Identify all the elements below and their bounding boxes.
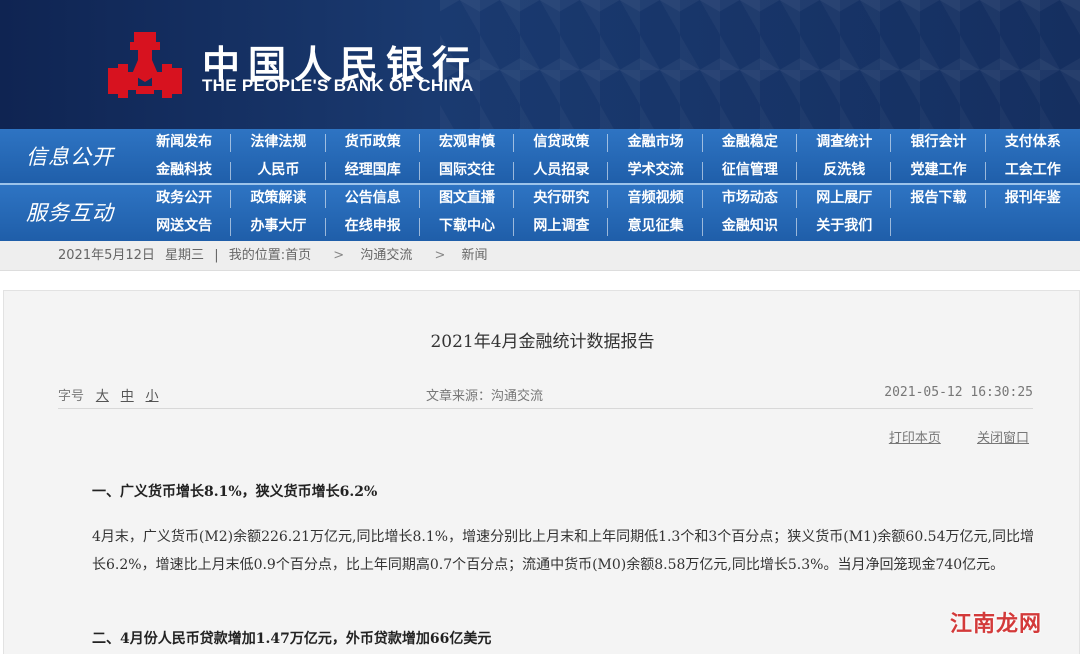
breadcrumb-divider: | bbox=[214, 248, 219, 263]
nav-band-info: 信息公开 新闻发布 法律法规 货币政策 宏观审慎 信贷政策 金融市场 金融稳定 … bbox=[0, 129, 1080, 185]
nav-item[interactable]: 反洗钱 bbox=[797, 157, 892, 185]
nav-item[interactable]: 音频视频 bbox=[608, 185, 704, 213]
nav-item[interactable]: 党建工作 bbox=[891, 157, 986, 185]
nav-item[interactable]: 金融知识 bbox=[703, 213, 798, 241]
nav-item[interactable]: 金融市场 bbox=[608, 129, 704, 157]
nav-section-info-title: 信息公开 bbox=[26, 145, 114, 169]
nav-item[interactable]: 人员招录 bbox=[514, 157, 609, 185]
nav-item[interactable]: 办事大厅 bbox=[231, 213, 326, 241]
nav-grid-service: 政务公开 政策解读 公告信息 图文直播 央行研究 音频视频 市场动态 网上展厅 … bbox=[137, 185, 1080, 241]
nav-item[interactable]: 国际交往 bbox=[420, 157, 515, 185]
nav-item[interactable]: 金融稳定 bbox=[703, 129, 798, 157]
nav-section-service-title: 服务互动 bbox=[26, 201, 114, 225]
nav-item-empty bbox=[986, 213, 1080, 241]
nav-item[interactable]: 网上调查 bbox=[514, 213, 609, 241]
article-source: 文章来源：沟通交流 bbox=[426, 389, 544, 404]
nav-item-empty bbox=[891, 213, 985, 241]
breadcrumb-level2-link[interactable]: 新闻 bbox=[462, 248, 488, 263]
section-heading-2: 二、4月份人民币贷款增加1.47万亿元，外币贷款增加66亿美元 bbox=[92, 631, 492, 647]
font-size-large-link[interactable]: 大 bbox=[96, 389, 109, 404]
nav-item[interactable]: 工会工作 bbox=[986, 157, 1080, 185]
section-heading-1: 一、广义货币增长8.1%，狭义货币增长6.2% bbox=[92, 484, 378, 500]
breadcrumb: 2021年5月12日 星期三 | 我的位置:首页 > 沟通交流 > 新闻 bbox=[0, 241, 1080, 271]
nav-item[interactable]: 法律法规 bbox=[231, 129, 326, 157]
nav-item[interactable]: 信贷政策 bbox=[514, 129, 609, 157]
nav-band-service: 服务互动 政务公开 政策解读 公告信息 图文直播 央行研究 音频视频 市场动态 … bbox=[0, 185, 1080, 241]
current-date: 2021年5月12日 bbox=[58, 248, 155, 263]
nav-item[interactable]: 关于我们 bbox=[797, 213, 892, 241]
current-weekday: 星期三 bbox=[165, 248, 205, 263]
font-size-medium-link[interactable]: 中 bbox=[121, 389, 134, 404]
breadcrumb-home-link[interactable]: 首页 bbox=[285, 248, 311, 263]
nav-item[interactable]: 意见征集 bbox=[608, 213, 704, 241]
close-window-link[interactable]: 关闭窗口 bbox=[977, 431, 1029, 446]
nav-item[interactable]: 支付体系 bbox=[986, 129, 1080, 157]
bank-name-en: THE PEOPLE'S BANK OF CHINA bbox=[202, 76, 474, 95]
nav-item[interactable]: 市场动态 bbox=[703, 185, 798, 213]
nav-item[interactable]: 学术交流 bbox=[608, 157, 704, 185]
chevron-right-icon: > bbox=[434, 248, 446, 263]
nav-item[interactable]: 人民币 bbox=[231, 157, 326, 185]
nav-item[interactable]: 下载中心 bbox=[420, 213, 515, 241]
watermark: 江南龙网 bbox=[949, 612, 1042, 637]
location-label: 我的位置: bbox=[228, 248, 286, 263]
font-size-label: 字号 bbox=[58, 389, 85, 404]
article-title: 2021年4月金融统计数据报告 bbox=[430, 332, 655, 352]
nav-item[interactable]: 图文直播 bbox=[420, 185, 515, 213]
nav-item[interactable]: 公告信息 bbox=[326, 185, 421, 213]
nav-item[interactable]: 网送文告 bbox=[137, 213, 232, 241]
section-body-1: 4月末，广义货币(M2)余额226.21万亿元,同比增长8.1%，增速分别比上月… bbox=[92, 529, 1034, 573]
nav-row-2: 金融科技 人民币 经理国库 国际交往 人员招录 学术交流 征信管理 反洗钱 党建… bbox=[137, 157, 1080, 185]
nav-item[interactable]: 报告下载 bbox=[891, 185, 986, 213]
nav-item[interactable]: 新闻发布 bbox=[137, 129, 232, 157]
nav-item[interactable]: 网上展厅 bbox=[797, 185, 892, 213]
chevron-right-icon: > bbox=[333, 248, 345, 263]
nav-grid-info: 新闻发布 法律法规 货币政策 宏观审慎 信贷政策 金融市场 金融稳定 调查统计 … bbox=[137, 129, 1080, 185]
site-header: 中国人民银行 THE PEOPLE'S BANK OF CHINA bbox=[0, 0, 1080, 129]
nav-item[interactable]: 政策解读 bbox=[231, 185, 326, 213]
nav-item[interactable]: 报刊年鉴 bbox=[986, 185, 1080, 213]
article-timestamp: 2021-05-12 16:30:25 bbox=[884, 385, 1033, 400]
font-size-controls: 字号 大 中 小 bbox=[58, 385, 159, 404]
nav-item[interactable]: 央行研究 bbox=[514, 185, 609, 213]
nav-item[interactable]: 货币政策 bbox=[326, 129, 421, 157]
nav-item[interactable]: 征信管理 bbox=[703, 157, 798, 185]
nav-row-3: 政务公开 政策解读 公告信息 图文直播 央行研究 音频视频 市场动态 网上展厅 … bbox=[137, 185, 1080, 213]
nav-item[interactable]: 调查统计 bbox=[797, 129, 892, 157]
article-meta: 字号 大 中 小 文章来源：沟通交流 2021-05-12 16:30:25 bbox=[58, 385, 1033, 409]
nav-row-4: 网送文告 办事大厅 在线申报 下载中心 网上调查 意见征集 金融知识 关于我们 bbox=[137, 213, 1080, 241]
nav-item[interactable]: 经理国库 bbox=[326, 157, 421, 185]
nav-item[interactable]: 银行会计 bbox=[891, 129, 986, 157]
nav-row-1: 新闻发布 法律法规 货币政策 宏观审慎 信贷政策 金融市场 金融稳定 调查统计 … bbox=[137, 129, 1080, 157]
nav-item[interactable]: 在线申报 bbox=[326, 213, 421, 241]
font-size-small-link[interactable]: 小 bbox=[146, 389, 159, 404]
pboc-logo-icon[interactable] bbox=[104, 30, 186, 100]
article-tools: 打印本页 关闭窗口 bbox=[857, 427, 1029, 446]
breadcrumb-level1-link[interactable]: 沟通交流 bbox=[360, 248, 412, 263]
nav-item[interactable]: 宏观审慎 bbox=[420, 129, 515, 157]
nav-item[interactable]: 金融科技 bbox=[137, 157, 232, 185]
nav-item[interactable]: 政务公开 bbox=[137, 185, 232, 213]
article-panel: 2021年4月金融统计数据报告 字号 大 中 小 文章来源：沟通交流 2021-… bbox=[3, 290, 1080, 654]
print-page-link[interactable]: 打印本页 bbox=[889, 431, 941, 446]
header-pattern bbox=[440, 0, 1080, 129]
